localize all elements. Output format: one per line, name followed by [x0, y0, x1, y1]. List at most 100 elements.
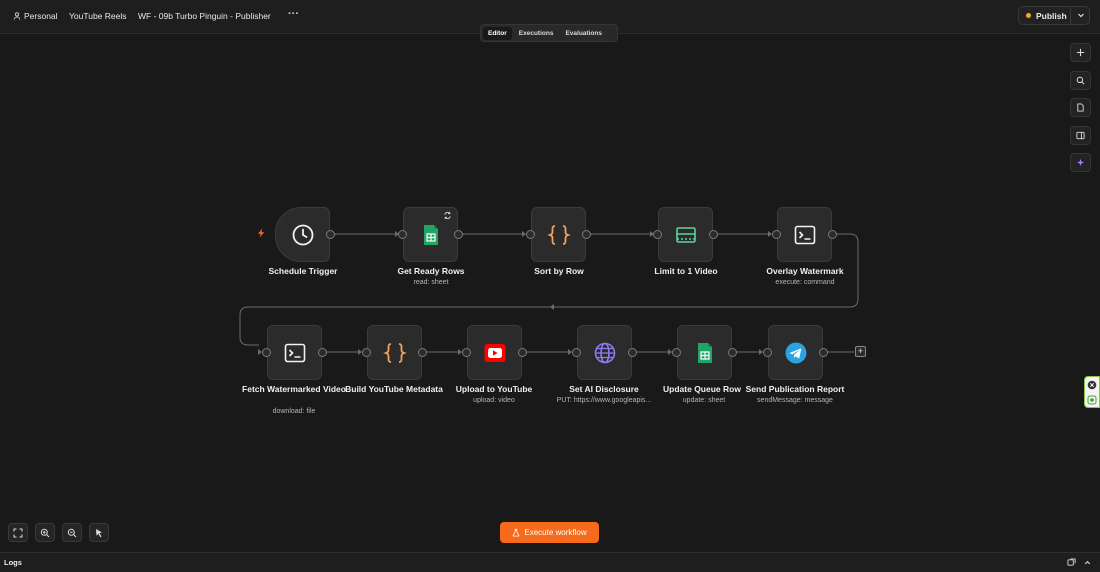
output-port[interactable] — [418, 348, 427, 357]
input-port[interactable] — [763, 348, 772, 357]
node-overlay-watermark[interactable] — [777, 207, 832, 262]
more-options-button[interactable]: ··· — [288, 8, 299, 20]
node-title: Set AI Disclosure — [569, 384, 639, 394]
input-port[interactable] — [672, 348, 681, 357]
sticky-note-button[interactable] — [1070, 98, 1091, 117]
output-port[interactable] — [518, 348, 527, 357]
zoom-in-icon — [40, 528, 50, 537]
youtube-icon — [484, 343, 505, 362]
breadcrumb-personal[interactable]: Personal — [13, 11, 58, 21]
node-subtitle: execute: command — [775, 279, 835, 286]
output-port[interactable] — [709, 230, 718, 239]
sync-icon — [444, 211, 451, 220]
chevron-down-icon[interactable] — [1076, 10, 1086, 20]
node-subtitle: download: file — [272, 408, 316, 415]
node-title: Update Queue Row — [663, 384, 741, 394]
fit-view-icon — [13, 528, 23, 537]
output-port[interactable] — [628, 348, 637, 357]
node-title: Upload to YouTube — [455, 384, 533, 394]
ai-assistant-button[interactable] — [1070, 153, 1091, 172]
code-braces-icon — [546, 224, 571, 245]
node-upload-to-youtube[interactable] — [467, 325, 522, 380]
output-port[interactable] — [828, 230, 837, 239]
code-braces-icon — [382, 342, 407, 363]
logs-label: Logs — [4, 558, 22, 567]
status-dot — [1026, 13, 1031, 18]
output-port[interactable] — [326, 230, 335, 239]
tab-evaluations[interactable]: Evaluations — [560, 27, 606, 40]
terminal-icon — [794, 225, 815, 244]
limit-icon — [675, 226, 696, 243]
google-sheets-icon — [697, 342, 712, 363]
node-update-queue-row[interactable] — [677, 325, 732, 380]
node-sort-by-row[interactable] — [531, 207, 586, 262]
node-title: Schedule Trigger — [268, 266, 338, 276]
sparkle-icon — [1076, 158, 1085, 167]
tab-editor[interactable]: Editor — [483, 26, 512, 40]
output-port[interactable] — [728, 348, 737, 357]
terminal-icon — [284, 343, 305, 362]
workflow-name[interactable]: WF - 09b Turbo Pinguin - Publisher — [138, 11, 271, 21]
input-port[interactable] — [362, 348, 371, 357]
view-tabs: Editor Executions Evaluations — [480, 24, 618, 42]
node-title: Overlay Watermark — [766, 266, 844, 276]
execute-workflow-button[interactable]: Execute workflow — [500, 522, 599, 543]
connections-layer — [239, 231, 859, 355]
close-icon[interactable] — [1087, 380, 1097, 390]
google-sheets-icon — [423, 224, 438, 245]
output-port[interactable] — [819, 348, 828, 357]
add-node-button[interactable] — [1070, 43, 1091, 62]
search-button[interactable] — [1070, 71, 1091, 90]
node-fetch-watermarked-video[interactable] — [267, 325, 322, 380]
node-subtitle: read: sheet — [413, 279, 449, 286]
node-title: Fetch Watermarked Video — [242, 384, 346, 394]
publish-button[interactable]: Publish — [1018, 6, 1090, 25]
toggle-panel-button[interactable] — [1070, 126, 1091, 145]
panel-icon — [1076, 131, 1085, 140]
breadcrumb-project[interactable]: YouTube Reels — [69, 11, 127, 21]
breadcrumb-personal-label: Personal — [24, 11, 58, 21]
node-schedule-trigger[interactable] — [275, 207, 330, 262]
flask-icon — [513, 528, 520, 537]
input-port[interactable] — [262, 348, 271, 357]
chevron-up-icon[interactable] — [1083, 558, 1092, 567]
logs-panel-bar[interactable]: Logs — [0, 552, 1100, 572]
widget-icon[interactable] — [1087, 395, 1097, 405]
globe-icon — [594, 342, 615, 363]
publish-label: Publish — [1036, 10, 1067, 21]
sticky-note-icon — [1077, 103, 1084, 112]
node-send-publication-report[interactable] — [768, 325, 823, 380]
input-port[interactable] — [653, 230, 662, 239]
node-subtitle: sendMessage: message — [757, 397, 833, 404]
input-port[interactable] — [772, 230, 781, 239]
tab-executions[interactable]: Executions — [514, 27, 559, 40]
zoom-out-icon — [67, 528, 77, 537]
node-title: Send Publication Report — [745, 384, 845, 394]
zoom-out-button[interactable] — [62, 523, 82, 542]
clock-icon — [292, 224, 313, 245]
zoom-in-button[interactable] — [35, 523, 55, 542]
output-port[interactable] — [582, 230, 591, 239]
side-widget[interactable] — [1084, 376, 1100, 408]
add-next-node-button[interactable]: + — [855, 346, 866, 357]
input-port[interactable] — [572, 348, 581, 357]
pop-out-icon[interactable] — [1067, 558, 1076, 567]
output-port[interactable] — [454, 230, 463, 239]
output-port[interactable] — [318, 348, 327, 357]
node-title: Limit to 1 Video — [654, 266, 718, 276]
pointer-mode-button[interactable] — [89, 523, 109, 542]
node-title: Build YouTube Metadata — [345, 384, 443, 394]
node-title: Sort by Row — [534, 266, 584, 276]
node-title: Get Ready Rows — [397, 266, 465, 276]
trigger-bolt-icon — [257, 228, 265, 238]
plus-icon — [1076, 48, 1085, 57]
input-port[interactable] — [526, 230, 535, 239]
search-icon — [1076, 76, 1085, 85]
node-limit-to-1-video[interactable] — [658, 207, 713, 262]
node-build-youtube-metadata[interactable] — [367, 325, 422, 380]
input-port[interactable] — [398, 230, 407, 239]
fit-view-button[interactable] — [8, 523, 28, 542]
node-set-ai-disclosure[interactable] — [577, 325, 632, 380]
input-port[interactable] — [462, 348, 471, 357]
execute-workflow-label: Execute workflow — [524, 528, 587, 537]
